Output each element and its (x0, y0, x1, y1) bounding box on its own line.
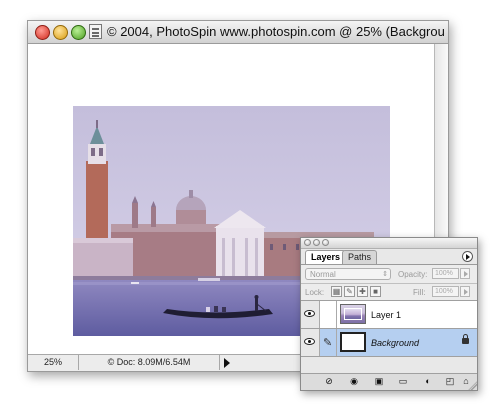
palette-title-bar[interactable] (301, 238, 477, 249)
fill-slider-arrow-icon[interactable] (460, 286, 470, 297)
fill-label: Fill: (413, 288, 426, 297)
palette-zoom-button[interactable] (322, 239, 329, 246)
layer-row-background[interactable]: ✎ Background (301, 328, 477, 357)
new-set-icon[interactable]: ▭ (397, 376, 409, 387)
lock-transparency-icon[interactable]: ▦ (331, 286, 342, 297)
layer-mask-icon[interactable]: ▣ (373, 376, 385, 387)
zoom-field[interactable]: 25% (28, 355, 79, 370)
zoom-button[interactable] (71, 25, 86, 40)
opacity-field[interactable]: 100% (432, 268, 459, 279)
close-button[interactable] (35, 25, 50, 40)
opacity-slider-arrow-icon[interactable] (460, 268, 470, 279)
link-cell[interactable] (320, 301, 337, 328)
window-title: © 2004, PhotoSpin www.photospin.com @ 25… (107, 25, 444, 39)
layer-name[interactable]: Background (371, 338, 419, 348)
palette-menu-button[interactable] (462, 251, 473, 262)
lock-position-icon[interactable]: ✚ (357, 286, 368, 297)
select-arrows-icon: ⇕ (382, 271, 388, 278)
palette-minimize-button[interactable] (313, 239, 320, 246)
doc-size-info: © Doc: 8.09M/6.54M (79, 355, 220, 370)
layer-name[interactable]: Layer 1 (371, 310, 401, 320)
layers-palette: Layers Paths Normal ⇕ Opacity: 100% Lock… (300, 237, 478, 391)
palette-bottom-bar: ⊘ ◉ ▣ ▭ ◐ ◰ ⌂ (301, 373, 477, 390)
lock-icon (462, 334, 469, 344)
visibility-toggle[interactable] (301, 329, 320, 356)
eye-icon (304, 310, 315, 317)
layer-style-icon[interactable]: ◉ (348, 376, 360, 387)
fill-field[interactable]: 100% (432, 286, 459, 297)
adjustment-layer-icon[interactable]: ◐ (422, 376, 434, 387)
layer-row-layer-1[interactable]: Layer 1 (301, 300, 477, 328)
palette-close-button[interactable] (304, 239, 311, 246)
tab-paths[interactable]: Paths (342, 250, 378, 264)
lock-image-icon[interactable]: ✎ (344, 286, 355, 297)
link-cell[interactable]: ✎ (320, 329, 337, 356)
palette-resize-grip[interactable] (467, 380, 477, 390)
opacity-label: Opacity: (398, 270, 428, 279)
lock-row: Lock: ▦ ✎ ✚ ■ Fill: 100% (301, 283, 477, 300)
eye-icon (304, 338, 315, 345)
link-layers-icon[interactable]: ⊘ (323, 376, 335, 387)
blend-mode-select[interactable]: Normal ⇕ (305, 268, 391, 280)
blend-options-row: Normal ⇕ Opacity: 100% (301, 264, 477, 283)
tab-layers[interactable]: Layers (305, 250, 347, 264)
lock-all-icon[interactable]: ■ (370, 286, 381, 297)
layer-thumbnail (340, 304, 366, 324)
status-menu-arrow-icon[interactable] (224, 358, 230, 368)
lock-label: Lock: (305, 288, 325, 297)
title-bar[interactable]: © 2004, PhotoSpin www.photospin.com @ 25… (28, 21, 448, 44)
brush-icon: ✎ (323, 337, 333, 349)
blend-mode-value: Normal (310, 270, 336, 279)
minimize-button[interactable] (53, 25, 68, 40)
new-layer-icon[interactable]: ◰ (444, 376, 456, 387)
layer-thumbnail (340, 332, 366, 352)
document-icon[interactable] (89, 24, 102, 39)
visibility-toggle[interactable] (301, 301, 320, 328)
